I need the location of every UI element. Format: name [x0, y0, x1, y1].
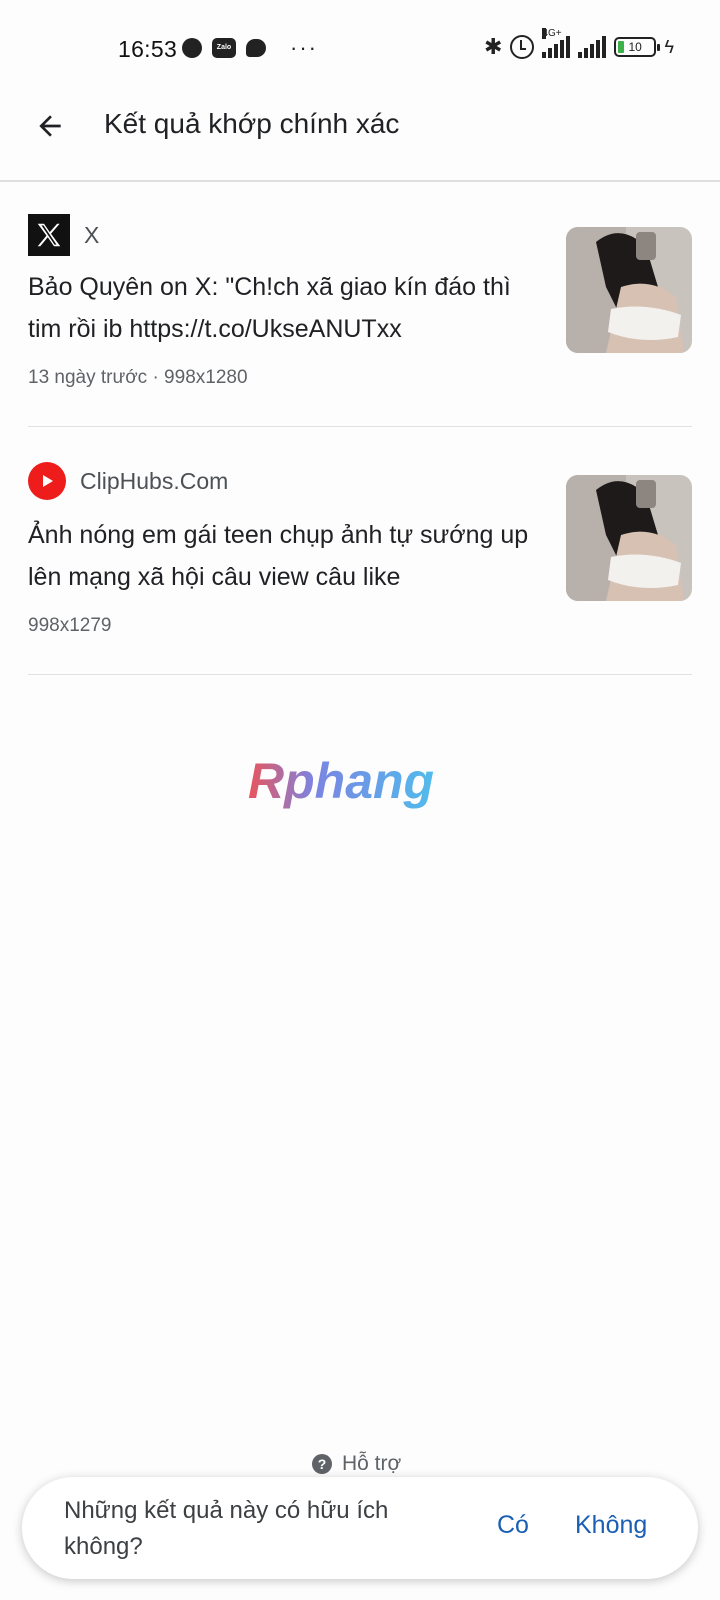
source-name: ClipHubs.Com [80, 467, 229, 494]
source-row: X [28, 214, 99, 256]
status-bar: 16:53 Zalo ··· ✱ 4G+ 10 ϟ [0, 0, 720, 96]
signal-4g-icon: 4G+ [542, 28, 571, 58]
youtube-play-icon [28, 462, 66, 500]
source-name: X [84, 221, 100, 248]
result-item[interactable]: X Bảo Quyên on X: "Ch!ch xã giao kín đáo… [28, 214, 692, 394]
help-link[interactable]: ? Hỗ trợ [312, 1452, 401, 1476]
battery-icon: 10 [614, 37, 661, 57]
zalo-icon: Zalo [212, 38, 236, 58]
messenger-icon [182, 38, 202, 58]
watermark-logo: Rphang [246, 752, 466, 821]
battery-level: 10 [628, 40, 642, 54]
page-title: Kết quả khớp chính xác [104, 108, 400, 139]
back-button[interactable] [30, 106, 70, 146]
x-logo-icon [28, 214, 70, 256]
charging-icon: ϟ [664, 36, 674, 57]
alarm-icon [510, 35, 535, 59]
feedback-card: Những kết quả này có hữu ích không? Có K… [22, 1477, 698, 1579]
more-notifications-icon: ··· [290, 35, 318, 60]
feedback-question: Những kết quả này có hữu ích không? [64, 1497, 389, 1560]
status-time: 16:53 [118, 36, 178, 62]
help-label: Hỗ trợ [342, 1452, 402, 1475]
signal-icon [578, 36, 607, 58]
result-thumbnail[interactable] [566, 227, 692, 353]
network-type-label: 4G+ [542, 28, 562, 39]
app-bar: Kết quả khớp chính xác [0, 96, 720, 182]
feedback-yes-button[interactable]: Có [497, 1511, 529, 1540]
watermark-text: Rphang [248, 753, 434, 809]
feedback-no-button[interactable]: Không [575, 1511, 647, 1540]
result-meta: 13 ngày trước · 998x1280 [28, 367, 248, 388]
bluetooth-icon: ✱ [484, 34, 503, 59]
result-title[interactable]: Ảnh nóng em gái teen chụp ảnh tự sướng u… [28, 514, 538, 598]
source-row: ClipHubs.Com [28, 462, 228, 500]
result-title[interactable]: Bảo Quyên on X: "Ch!ch xã giao kín đáo t… [28, 266, 538, 350]
chat-bubble-icon [246, 39, 266, 57]
result-item[interactable]: ClipHubs.Com Ảnh nóng em gái teen chụp ả… [28, 462, 692, 642]
system-icons: ✱ 4G+ 10 ϟ [484, 28, 674, 60]
result-thumbnail[interactable] [566, 475, 692, 601]
divider [28, 426, 692, 427]
arrow-left-icon [39, 115, 61, 137]
divider [28, 674, 692, 675]
result-meta: 998x1279 [28, 615, 112, 636]
notification-icons: Zalo ··· [182, 35, 318, 60]
help-question-icon: ? [312, 1454, 332, 1474]
